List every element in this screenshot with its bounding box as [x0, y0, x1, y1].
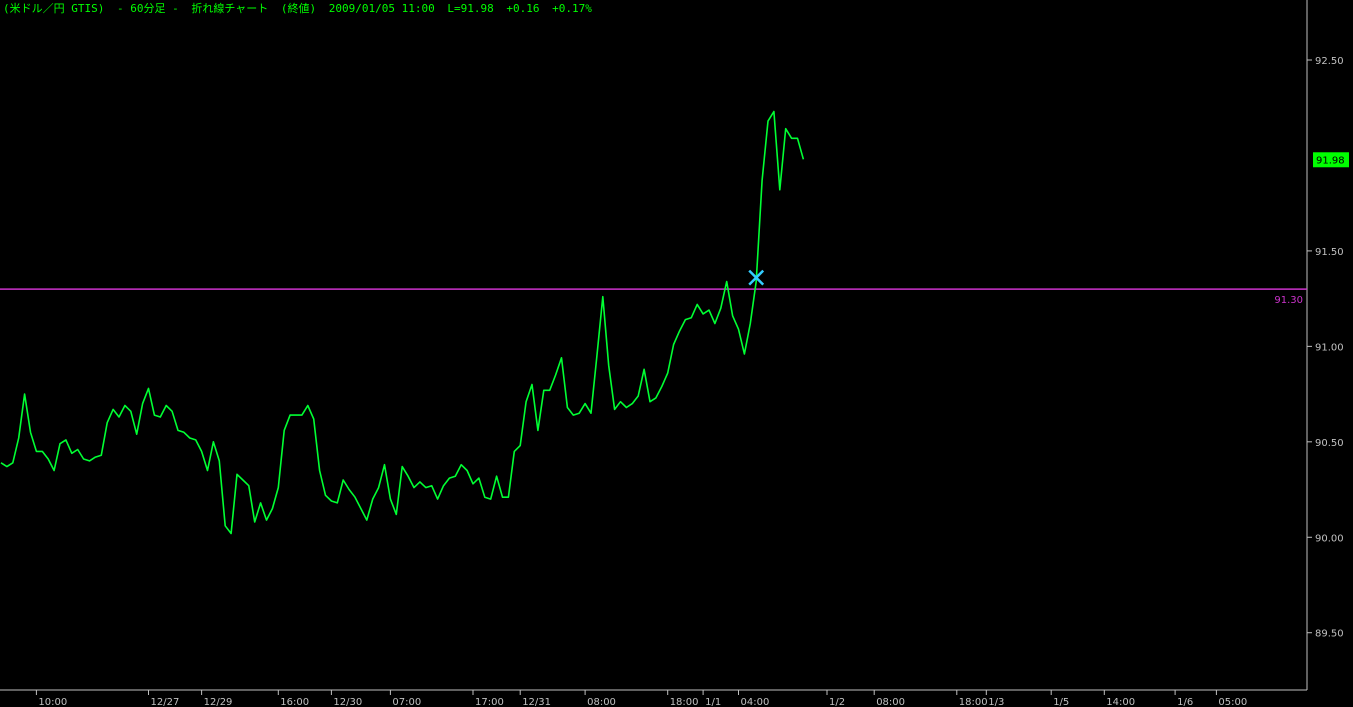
- x-tick-label: 12/29: [204, 697, 233, 707]
- x-tick-label: 1/2: [829, 697, 845, 707]
- x-tick-label: 18:00: [959, 697, 988, 707]
- x-tick-label: 04:00: [741, 697, 770, 707]
- x-tick-label: 16:00: [280, 697, 309, 707]
- x-tick-label: 1/1: [705, 697, 721, 707]
- price-series-line: [0, 110, 805, 535]
- x-tick-label: 12/30: [333, 697, 362, 707]
- y-tick-label: 90.50: [1315, 438, 1344, 449]
- x-tick-label: 07:00: [392, 697, 421, 707]
- last-value-label: 91.98: [1316, 155, 1345, 166]
- x-tick-label: 10:00: [38, 697, 67, 707]
- y-tick-label: 91.50: [1315, 247, 1344, 258]
- x-tick-label: 1/3: [988, 697, 1004, 707]
- price-line-chart[interactable]: 92.50 91.50 91.00 90.50 90.00 89.50 10:00 12/27…: [0, 0, 1353, 707]
- x-tick-label: 14:00: [1106, 697, 1135, 707]
- x-tick-label: 17:00: [475, 697, 504, 707]
- x-tick-label: 12/31: [522, 697, 551, 707]
- x-tick-label: 1/6: [1177, 697, 1193, 707]
- x-tick-label: 12/27: [151, 697, 180, 707]
- y-tick-label: 92.50: [1315, 56, 1344, 67]
- x-tick-label: 1/5: [1053, 697, 1069, 707]
- y-tick-label: 90.00: [1315, 533, 1344, 544]
- y-tick-label: 89.50: [1315, 629, 1344, 640]
- x-tick-label: 08:00: [876, 697, 905, 707]
- reference-line-label: 91.30: [1274, 295, 1303, 306]
- y-tick-label: 91.00: [1315, 342, 1344, 353]
- x-tick-label: 08:00: [587, 697, 616, 707]
- x-tick-label: 18:00: [670, 697, 699, 707]
- x-tick-label: 05:00: [1218, 697, 1247, 707]
- chart-window: (米ドル／円 GTIS) - 60分足 - 折れ線チャート (終値) 2009/…: [0, 0, 1353, 707]
